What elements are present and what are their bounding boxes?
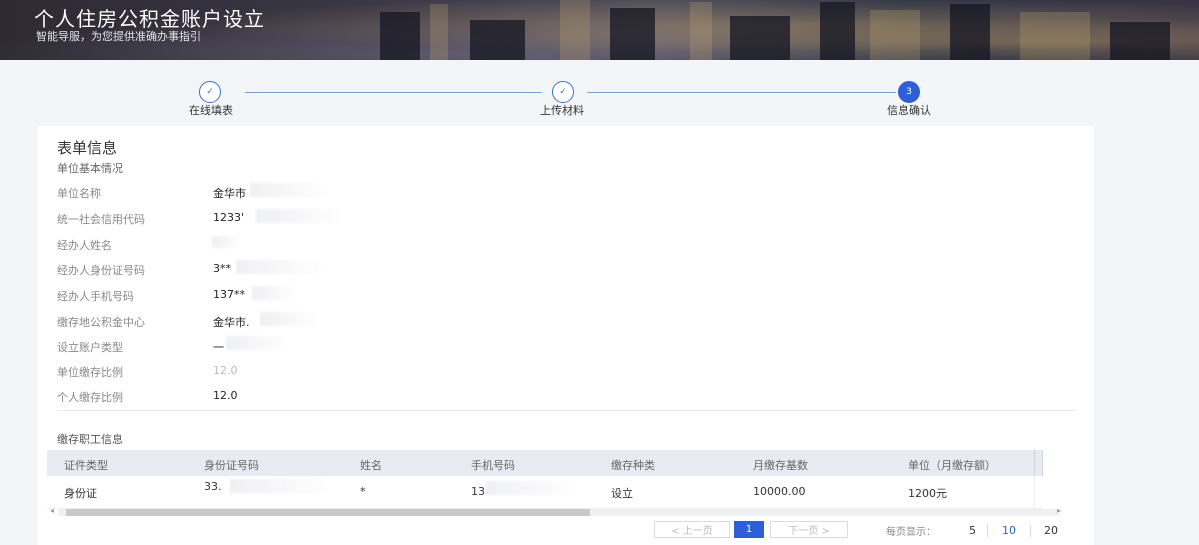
field-label: 经办人姓名 [57, 239, 112, 252]
table-cell: 33. [204, 480, 222, 493]
banner-building [610, 8, 655, 60]
field-label: 统一社会信用代码 [57, 213, 145, 226]
banner-building [430, 4, 448, 60]
banner-building [560, 0, 590, 60]
banner-building [950, 4, 990, 60]
column-header: 身份证号码 [204, 459, 259, 472]
field-label: 单位名称 [57, 187, 101, 200]
banner-building [870, 10, 920, 60]
page-size-option[interactable]: 5 [969, 524, 976, 537]
banner-building [380, 12, 420, 60]
field-value: 金华市. [213, 316, 250, 329]
page-size-divider [987, 525, 988, 537]
form-title: 表单信息 [57, 139, 118, 157]
column-divider [1034, 450, 1035, 476]
page-subtitle: 智能导服，为您提供准确办事指引 [36, 30, 201, 43]
section-divider [57, 410, 1075, 411]
section-title-company: 单位基本情况 [57, 162, 123, 175]
column-divider [1034, 476, 1035, 509]
banner-building [820, 2, 855, 60]
column-header: 姓名 [360, 459, 382, 472]
table-cell: 设立 [611, 487, 633, 500]
table-cell: 13 [471, 485, 485, 498]
section-title-employees: 缴存职工信息 [57, 433, 123, 446]
table-header: 证件类型 身份证号码 姓名 手机号码 缴存种类 月缴存基数 单位（月缴存额） [47, 450, 1043, 476]
column-header: 手机号码 [471, 459, 515, 472]
page-size-divider [1030, 525, 1031, 537]
prev-page-button[interactable]: < 上一页 [654, 521, 730, 538]
scroll-left-arrow-icon[interactable]: ◂ [50, 506, 54, 515]
redaction [250, 183, 330, 197]
step-1-label: 在线填表 [189, 104, 233, 117]
page-number-button[interactable]: 1 [734, 521, 764, 538]
step-3-number-icon: 3 [898, 81, 920, 103]
step-3-label: 信息确认 [887, 104, 931, 117]
page-size-option-selected[interactable]: 10 [1002, 524, 1016, 537]
step-1-check-icon: ✓ [199, 81, 221, 103]
banner-building [690, 2, 712, 60]
horizontal-scrollbar-thumb[interactable] [66, 509, 590, 516]
field-value: 137** [213, 288, 245, 301]
field-label: 经办人手机号码 [57, 290, 134, 303]
redaction [226, 336, 290, 350]
redaction [212, 236, 242, 248]
redaction [485, 481, 575, 495]
redaction [236, 260, 326, 274]
column-header: 缴存种类 [611, 459, 655, 472]
redaction [260, 312, 320, 326]
field-label: 个人缴存比例 [57, 391, 123, 404]
banner-building [1020, 12, 1090, 60]
field-value: 一 [213, 341, 224, 354]
table-cell: 1200元 [908, 487, 947, 500]
step-connector [245, 92, 542, 93]
step-2-check-icon: ✓ [552, 81, 574, 103]
table-cell: 10000.00 [753, 485, 806, 498]
field-label: 设立账户类型 [57, 341, 123, 354]
page-size-option[interactable]: 20 [1044, 524, 1058, 537]
field-value: 金华市 [213, 187, 246, 200]
banner-building [470, 20, 525, 60]
per-page-label: 每页显示： [886, 527, 936, 538]
redaction [256, 209, 346, 223]
field-label: 单位缴存比例 [57, 366, 123, 379]
column-header: 单位（月缴存额） [908, 459, 996, 472]
table-cell: * [360, 485, 366, 498]
scroll-right-arrow-icon[interactable]: ▸ [1057, 506, 1061, 515]
field-label: 经办人身份证号码 [57, 264, 145, 277]
redaction [252, 286, 296, 300]
redaction [230, 479, 334, 493]
step-2-label: 上传材料 [540, 104, 584, 117]
column-header: 证件类型 [64, 459, 108, 472]
step-connector [587, 92, 896, 93]
next-page-button[interactable]: 下一页 > [770, 521, 848, 538]
header-banner: 个人住房公积金账户设立 智能导服，为您提供准确办事指引 [0, 0, 1199, 60]
banner-building [1110, 22, 1170, 60]
table-cell: 身份证 [64, 487, 97, 500]
field-label: 缴存地公积金中心 [57, 316, 145, 329]
field-value: 12.0 [213, 364, 238, 377]
field-value: 1233' [213, 211, 245, 224]
field-value: 12.0 [213, 389, 238, 402]
banner-building [730, 16, 790, 60]
field-value: 3** [213, 262, 231, 275]
column-header: 月缴存基数 [753, 459, 808, 472]
